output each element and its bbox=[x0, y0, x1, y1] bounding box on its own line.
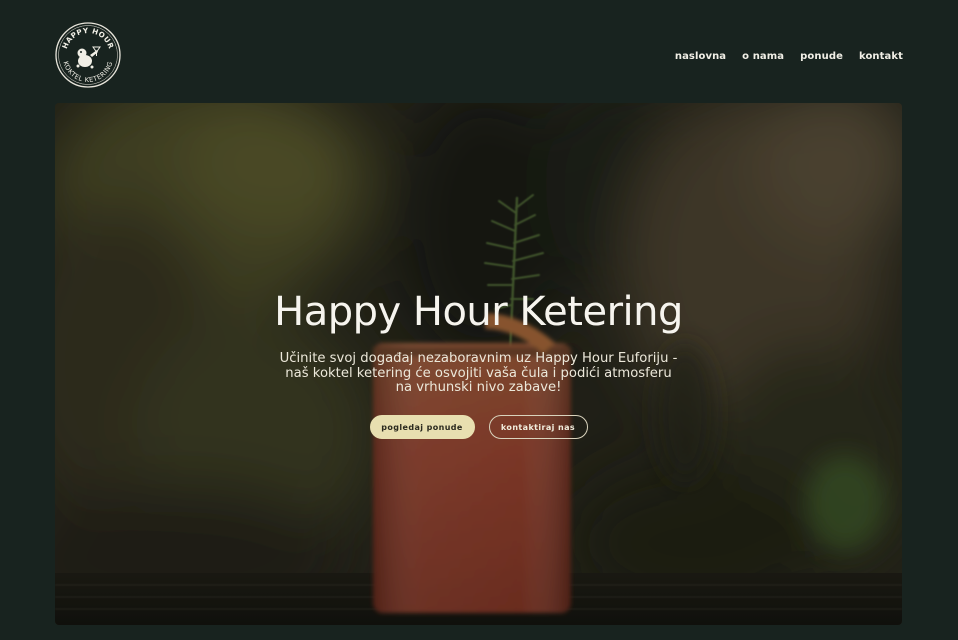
hero-subtitle: Učinite svoj događaj nezaboravnim uz Hap… bbox=[279, 351, 678, 395]
nav-item-naslovna[interactable]: naslovna bbox=[675, 50, 726, 64]
view-offers-button[interactable]: pogledaj ponude bbox=[369, 415, 475, 439]
hero-title: Happy Hour Ketering bbox=[274, 289, 683, 335]
contact-us-button[interactable]: kontaktiraj nas bbox=[488, 415, 588, 439]
page: HAPPY HOUR KOKTEL KETERING naslovna o na… bbox=[0, 0, 958, 640]
hero-section: Happy Hour Ketering Učinite svoj događaj… bbox=[55, 103, 902, 625]
hero-buttons: pogledaj ponude kontaktiraj nas bbox=[55, 415, 902, 439]
main-nav: naslovna o nama ponude kontakt bbox=[675, 50, 903, 64]
nav-item-kontakt[interactable]: kontakt bbox=[859, 50, 903, 64]
nav-item-ponude[interactable]: ponude bbox=[800, 50, 843, 64]
brand-logo[interactable]: HAPPY HOUR KOKTEL KETERING bbox=[54, 21, 122, 89]
nav-item-o-nama[interactable]: o nama bbox=[742, 50, 784, 64]
logo-badge-icon: HAPPY HOUR KOKTEL KETERING bbox=[55, 22, 121, 88]
